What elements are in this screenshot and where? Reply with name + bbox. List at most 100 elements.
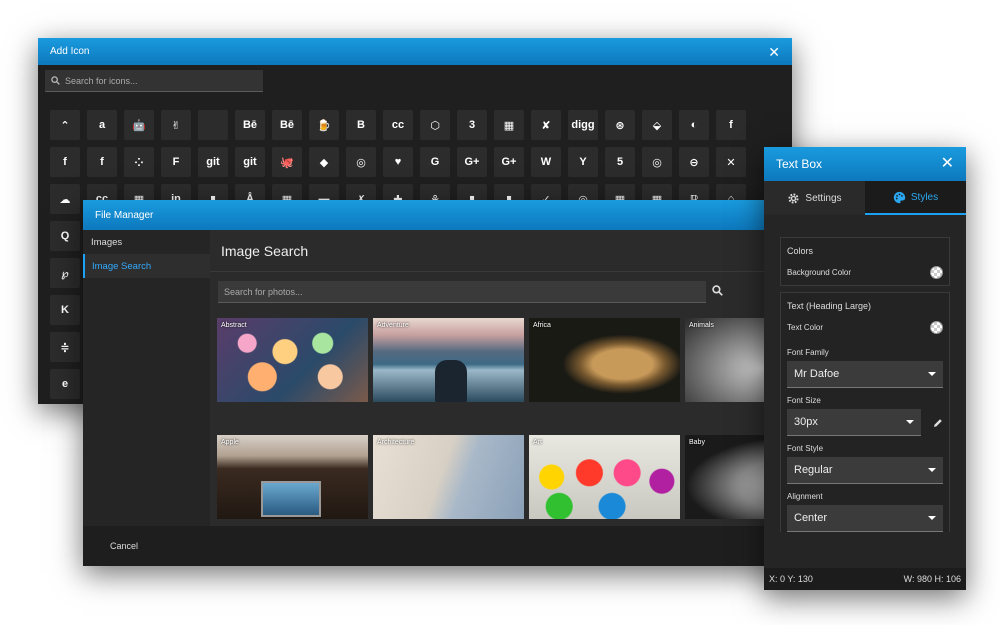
tab-settings[interactable]: Settings	[764, 181, 865, 215]
icon-tile[interactable]: git	[198, 147, 228, 177]
status-bar: X: 0 Y: 130 W: 980 H: 106	[764, 568, 966, 590]
file-manager-sidebar: Images Image Search	[83, 230, 210, 526]
tab-bar: Settings Styles	[764, 181, 966, 215]
icon-tile[interactable]: K	[50, 295, 80, 325]
icon-tile[interactable]: ☁	[50, 184, 80, 214]
sidebar-item-images[interactable]: Images	[83, 230, 210, 254]
icon-tile[interactable]: f	[87, 147, 117, 177]
icon-tile[interactable]: ≑	[50, 332, 80, 362]
icon-tile[interactable]: a	[87, 110, 117, 140]
photo-search-placeholder: Search for photos...	[224, 286, 303, 297]
sidebar-item-image-search[interactable]: Image Search	[83, 254, 210, 278]
icon-tile[interactable]: 🍺	[309, 110, 339, 140]
icon-tile[interactable]: G	[420, 147, 450, 177]
icon-tile[interactable]: B	[346, 110, 376, 140]
icon-tile[interactable]: ⊖	[679, 147, 709, 177]
file-manager-titlebar: File Manager	[83, 200, 783, 230]
page-title: Image Search	[210, 230, 783, 272]
close-icon[interactable]: ✕	[768, 45, 780, 59]
icon-tile[interactable]: G+	[457, 147, 487, 177]
alignment-select[interactable]: Center	[787, 505, 943, 532]
icon-tile[interactable]: ◎	[642, 147, 672, 177]
text-panel: Text (Heading Large) Text Color Font Fam…	[780, 292, 950, 532]
gear-icon	[788, 192, 799, 204]
icon-tile[interactable]: G+	[494, 147, 524, 177]
icon-tile[interactable]: ◆	[309, 147, 339, 177]
font-size-select[interactable]: 30px	[787, 409, 921, 436]
icon-tile[interactable]: ◐	[679, 110, 709, 140]
icon-tile[interactable]: 3	[457, 110, 487, 140]
palette-icon	[893, 191, 906, 203]
icon-tile[interactable]: f	[50, 147, 80, 177]
icon-tile[interactable]: ⬙	[642, 110, 672, 140]
icon-tile[interactable]: 5	[605, 147, 635, 177]
icon-tile[interactable]: git	[235, 147, 265, 177]
photo-architecture[interactable]: Architecture	[373, 435, 524, 519]
search-icon	[51, 76, 60, 85]
colors-panel: Colors Background Color	[780, 237, 950, 286]
photo-africa[interactable]: Africa	[529, 318, 680, 402]
photo-abstract[interactable]: Abstract	[217, 318, 368, 402]
photo-search-input[interactable]: Search for photos...	[218, 281, 706, 303]
icon-tile[interactable]: 🐙	[272, 147, 302, 177]
background-color-swatch[interactable]	[930, 266, 943, 279]
photo-apple[interactable]: Apple	[217, 435, 368, 519]
font-style-value: Regular	[794, 464, 833, 476]
font-size-value: 30px	[794, 416, 818, 428]
icon-tile[interactable]: ⊛	[605, 110, 635, 140]
chevron-down-icon	[906, 420, 914, 424]
photo-label: Baby	[689, 439, 705, 446]
icon-tile[interactable]: cc	[383, 110, 413, 140]
text-box-panel: Text Box ✕ Settings Styles Colors Backgr…	[764, 147, 966, 590]
chevron-down-icon	[928, 468, 936, 472]
icon-tile[interactable]: 🤖	[124, 110, 154, 140]
photo-label: Apple	[221, 439, 239, 446]
search-icon[interactable]	[712, 285, 723, 296]
close-icon[interactable]: ✕	[941, 156, 954, 172]
photo-adventure[interactable]: Adventure	[373, 318, 524, 402]
icon-tile[interactable]: ◎	[346, 147, 376, 177]
icon-tile[interactable]: ℘	[50, 258, 80, 288]
photo-grid: Abstract Adventure Africa Animals Apple …	[217, 318, 783, 519]
icon-tile[interactable]: ✕	[716, 147, 746, 177]
pencil-icon[interactable]	[933, 418, 943, 428]
tab-settings-label: Settings	[805, 192, 842, 204]
icon-tile[interactable]: Y	[568, 147, 598, 177]
font-style-select[interactable]: Regular	[787, 457, 943, 484]
icon-tile[interactable]: ⬡	[420, 110, 450, 140]
file-manager-footer: Cancel	[83, 526, 783, 566]
icon-tile[interactable]: Q	[50, 221, 80, 251]
text-box-title: Text Box	[776, 157, 823, 171]
icon-tile[interactable]: f	[716, 110, 746, 140]
position-readout: X: 0 Y: 130	[769, 574, 813, 584]
icon-tile[interactable]: ✌	[161, 110, 191, 140]
icon-tile[interactable]: ⌃	[50, 110, 80, 140]
icon-tile[interactable]: digg	[568, 110, 598, 140]
photo-label: Adventure	[377, 322, 409, 329]
background-color-label: Background Color	[787, 268, 852, 277]
icon-tile[interactable]: ⁘	[124, 147, 154, 177]
font-size-label: Font Size	[787, 396, 821, 405]
chevron-down-icon	[928, 516, 936, 520]
icon-tile[interactable]: ✘	[531, 110, 561, 140]
tab-styles[interactable]: Styles	[865, 181, 966, 215]
icon-tile[interactable]: ♥	[383, 147, 413, 177]
size-readout: W: 980 H: 106	[903, 574, 961, 584]
photo-label: Architecture	[377, 439, 415, 446]
icon-tile[interactable]: Bē	[272, 110, 302, 140]
icon-tile[interactable]: W	[531, 147, 561, 177]
cancel-button[interactable]: Cancel	[110, 541, 138, 551]
icon-tile[interactable]: e	[50, 369, 80, 399]
font-family-select[interactable]: Mr Dafoe	[787, 361, 943, 388]
text-color-row: Text Color	[781, 315, 949, 340]
photo-label: Abstract	[221, 322, 247, 329]
icon-tile[interactable]: ▦	[494, 110, 524, 140]
text-color-swatch[interactable]	[930, 321, 943, 334]
icon-tile[interactable]	[198, 110, 228, 140]
person-silhouette	[435, 360, 467, 402]
icon-search-input[interactable]: Search for icons...	[45, 70, 263, 92]
icon-tile[interactable]: F	[161, 147, 191, 177]
icon-tile[interactable]: Bē	[235, 110, 265, 140]
photo-art[interactable]: Art	[529, 435, 680, 519]
